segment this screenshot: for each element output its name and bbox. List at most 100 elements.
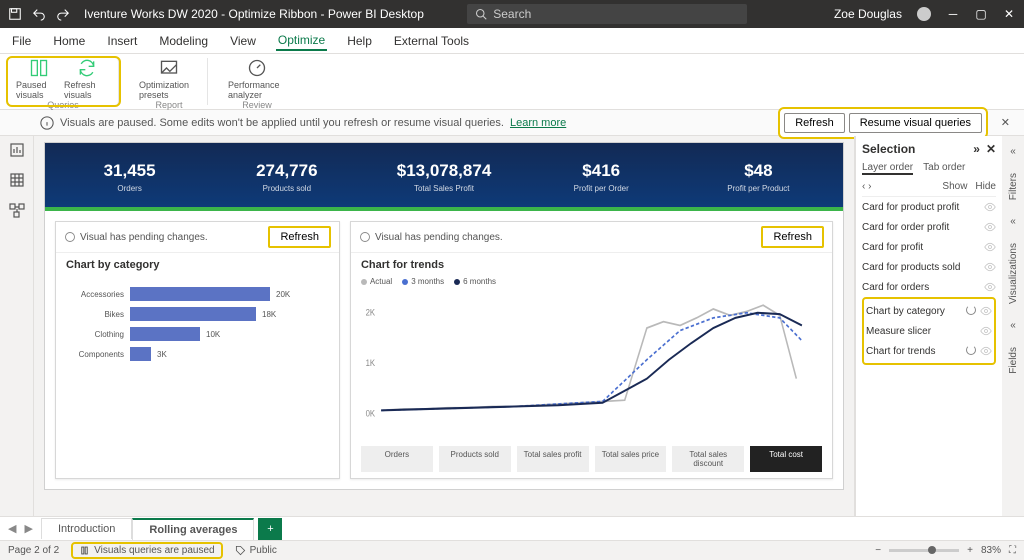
eye-icon[interactable]	[984, 241, 996, 253]
eye-icon[interactable]	[984, 201, 996, 213]
add-page-button[interactable]: +	[258, 518, 282, 540]
model-view-icon[interactable]	[9, 202, 25, 218]
user-name[interactable]: Zoe Douglas	[834, 7, 902, 21]
search-icon	[475, 8, 487, 20]
refresh-visuals-button[interactable]: Refresh visuals	[64, 58, 110, 100]
eye-icon[interactable]	[980, 345, 992, 357]
expand-icon[interactable]: »	[973, 142, 980, 156]
show-button[interactable]: Show	[942, 181, 967, 192]
canvas: 31,455Orders 274,776Products sold $13,07…	[34, 136, 854, 516]
tab-tab-order[interactable]: Tab order	[923, 162, 965, 175]
page-nav-prev[interactable]: ◀	[8, 522, 16, 535]
eye-icon[interactable]	[984, 261, 996, 273]
tab-help[interactable]: Help	[345, 32, 374, 50]
tab-view[interactable]: View	[228, 32, 258, 50]
group-label-review: Review	[242, 100, 272, 110]
resume-queries-button[interactable]: Resume visual queries	[849, 113, 982, 133]
pane-fields[interactable]: Fields	[1008, 347, 1019, 374]
fit-page-icon[interactable]: ⛶	[1009, 545, 1016, 556]
layer-item: Chart for trends	[866, 341, 992, 361]
layer-item: Chart by category	[866, 301, 992, 321]
paused-visuals-button[interactable]: Paused visuals	[16, 58, 62, 100]
layer-item: Measure slicer	[866, 321, 992, 341]
svg-text:2K: 2K	[366, 307, 376, 318]
pause-status-icon	[79, 545, 90, 556]
performance-analyzer-button[interactable]: Performance analyzer	[228, 58, 286, 100]
search-placeholder: Search	[493, 7, 531, 21]
eye-icon[interactable]	[984, 221, 996, 233]
pane-visualizations[interactable]: Visualizations	[1008, 243, 1019, 304]
info-close-icon[interactable]: ✕	[1001, 116, 1010, 129]
collapse-icon[interactable]: «	[1010, 146, 1016, 157]
layer-item: Card for products sold	[862, 257, 996, 277]
titlebar-right: Zoe Douglas ─ ▢ ✕	[834, 6, 1016, 22]
maximize-icon[interactable]: ▢	[974, 7, 988, 21]
page-tabs: ◀ ▶ Introduction Rolling averages +	[0, 516, 1024, 540]
learn-more-link[interactable]: Learn more	[510, 117, 566, 129]
tab-file[interactable]: File	[10, 32, 33, 50]
zoom-value: 83%	[981, 545, 1001, 556]
series-orders[interactable]: Orders	[361, 446, 433, 472]
eye-icon[interactable]	[980, 305, 992, 317]
series-products[interactable]: Products sold	[439, 446, 511, 472]
optimization-presets-button[interactable]: Optimization presets	[139, 58, 199, 100]
minimize-icon[interactable]: ─	[946, 7, 960, 21]
tab-layer-order[interactable]: Layer order	[862, 162, 913, 175]
series-profit[interactable]: Total sales profit	[517, 446, 589, 472]
close-icon[interactable]: ✕	[1002, 7, 1016, 21]
card-refresh-button[interactable]: Refresh	[268, 226, 331, 248]
series-discount[interactable]: Total sales discount	[672, 446, 744, 472]
series-price[interactable]: Total sales price	[595, 446, 667, 472]
tab-external-tools[interactable]: External Tools	[392, 32, 471, 50]
hide-button[interactable]: Hide	[975, 181, 996, 192]
legend: Actual 3 months 6 months	[351, 277, 832, 290]
kpi-orders: 31,455Orders	[55, 153, 204, 207]
series-cost[interactable]: Total cost	[750, 446, 822, 472]
card-refresh-button[interactable]: Refresh	[761, 226, 824, 248]
layer-item: Card for order profit	[862, 217, 996, 237]
refresh-button[interactable]: Refresh	[784, 113, 845, 133]
zoom-in-icon[interactable]: +	[967, 545, 973, 556]
info-bar-actions: Refresh Resume visual queries	[778, 107, 988, 139]
collapse-icon[interactable]: «	[1010, 320, 1016, 331]
avatar-icon[interactable]	[916, 6, 932, 22]
zoom-out-icon[interactable]: −	[875, 545, 881, 556]
eye-icon[interactable]	[980, 325, 992, 337]
tab-home[interactable]: Home	[51, 32, 87, 50]
window-title: Iventure Works DW 2020 - Optimize Ribbon…	[84, 7, 424, 21]
kpi-profit: $13,078,874Total Sales Profit	[369, 153, 518, 207]
page-tab-rolling-averages[interactable]: Rolling averages	[132, 518, 254, 540]
card-chart-trends[interactable]: Visual has pending changes. Refresh Char…	[350, 221, 833, 479]
tab-modeling[interactable]: Modeling	[157, 32, 210, 50]
zoom-slider[interactable]	[889, 549, 959, 552]
menu-bar: File Home Insert Modeling View Optimize …	[0, 28, 1024, 54]
ribbon-group-report: Optimization presets Report	[131, 58, 208, 105]
charts-row: Visual has pending changes. Refresh Char…	[45, 211, 843, 489]
collapsed-panes: « Filters « Visualizations « Fields	[1002, 136, 1024, 516]
pane-filters[interactable]: Filters	[1008, 173, 1019, 200]
collapse-icon[interactable]: «	[1010, 216, 1016, 227]
close-pane-icon[interactable]: ✕	[986, 142, 996, 156]
group-label-queries: Queries	[47, 100, 79, 110]
card-chart-category[interactable]: Visual has pending changes. Refresh Char…	[55, 221, 340, 479]
search-box[interactable]: Search	[467, 4, 747, 24]
data-view-icon[interactable]	[9, 172, 25, 188]
nav-prev-icon[interactable]: ‹ ›	[862, 181, 871, 192]
report-page: 31,455Orders 274,776Products sold $13,07…	[44, 142, 844, 490]
tab-insert[interactable]: Insert	[105, 32, 139, 50]
page-tab-introduction[interactable]: Introduction	[41, 518, 132, 539]
quick-access	[8, 7, 70, 21]
tab-optimize[interactable]: Optimize	[276, 31, 327, 51]
redo-icon[interactable]	[56, 7, 70, 21]
save-icon[interactable]	[8, 7, 22, 21]
page-nav-next[interactable]: ▶	[24, 522, 32, 535]
undo-icon[interactable]	[32, 7, 46, 21]
svg-text:1K: 1K	[366, 357, 376, 368]
svg-text:0K: 0K	[366, 408, 376, 419]
report-view-icon[interactable]	[9, 142, 25, 158]
layer-item: Card for profit	[862, 237, 996, 257]
layer-item: Card for product profit	[862, 197, 996, 217]
eye-icon[interactable]	[984, 281, 996, 293]
status-sensitivity[interactable]: Public	[235, 545, 277, 556]
status-bar: Page 2 of 2 Visuals queries are paused P…	[0, 540, 1024, 560]
